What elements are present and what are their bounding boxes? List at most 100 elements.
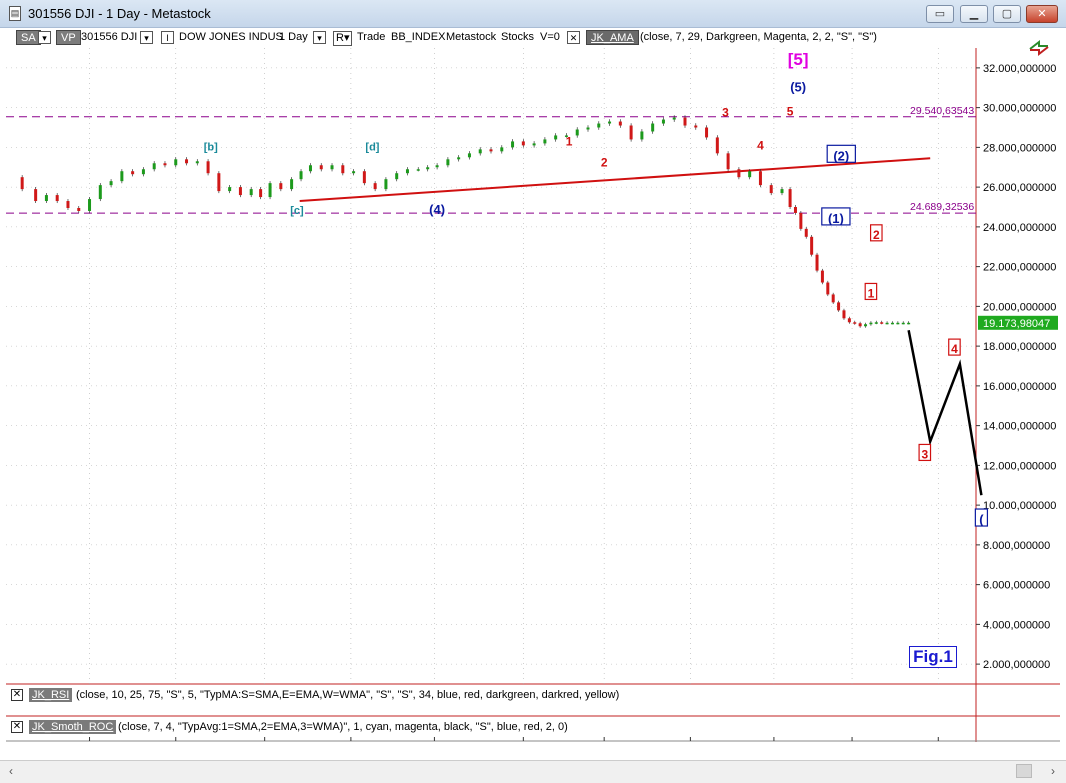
candle-body — [804, 228, 808, 237]
candle-body — [842, 310, 846, 319]
info-icon[interactable]: I — [161, 31, 174, 44]
app-icon: ▤ — [9, 6, 21, 21]
r-button[interactable]: R▾ — [333, 31, 353, 46]
last-price-label: 19.173,98047 — [983, 318, 1050, 330]
candle-body — [683, 117, 687, 126]
close-icon[interactable]: ✕ — [1026, 5, 1058, 23]
wave-label: 2 — [873, 228, 880, 242]
candle-body — [858, 323, 862, 327]
volume-label: V=0 — [540, 31, 560, 43]
sa-button[interactable]: SA — [16, 30, 41, 45]
candle-body — [853, 322, 857, 324]
level-label: 29.540,63543 — [910, 105, 974, 117]
refresh-arrows-icon[interactable] — [1027, 38, 1051, 58]
candle-body — [532, 143, 536, 146]
figure-label: Fig.1 — [909, 646, 957, 668]
candle-body — [511, 141, 515, 148]
candle-body — [384, 179, 388, 190]
candle-body — [206, 161, 210, 174]
candle-body — [618, 121, 622, 126]
rsi-indicator-button[interactable]: JK_RSI — [29, 688, 73, 702]
y-tick-label: 32.000,000000 — [983, 63, 1056, 75]
candle-body — [446, 159, 450, 166]
candle-body — [837, 302, 841, 311]
wave-label: 3 — [921, 447, 928, 461]
maximize-icon[interactable]: ▢ — [993, 5, 1021, 23]
y-tick-label: 2.000,000000 — [983, 659, 1050, 671]
y-tick-label: 20.000,000000 — [983, 301, 1056, 313]
candle-body — [694, 125, 698, 128]
scroll-left-icon[interactable]: ‹ — [4, 764, 18, 778]
sa-dropdown-icon[interactable]: ▾ — [38, 31, 51, 44]
level-label: 24.689,32536 — [910, 201, 974, 213]
remove-roc-icon[interactable]: ✕ — [11, 721, 23, 733]
security-name: DOW JONES INDUS — [179, 31, 283, 43]
candle-body — [543, 139, 547, 144]
candle-body — [661, 119, 665, 124]
candle-body — [249, 189, 253, 196]
exchange-label: BB_INDEX — [391, 31, 446, 43]
y-tick-label: 18.000,000000 — [983, 341, 1056, 353]
candle-body — [810, 236, 814, 255]
candle-body — [217, 173, 221, 192]
trade-label: Trade — [357, 31, 386, 43]
candle-body — [373, 183, 377, 190]
symbol-label: 301556 DJI — [81, 31, 138, 43]
horizontal-scrollbar[interactable]: ‹ › — [0, 760, 1066, 783]
r-label: R — [336, 32, 344, 44]
candle-body — [586, 127, 590, 130]
candle-body — [864, 324, 868, 327]
vp-button[interactable]: VP — [56, 30, 81, 45]
minimize-icon[interactable]: ▁ — [960, 5, 988, 23]
candle-body — [238, 187, 242, 196]
candle-body — [77, 207, 81, 211]
roc-indicator-button[interactable]: JK_Smoth_ROC — [29, 720, 117, 734]
candle-body — [597, 123, 601, 128]
candle-body — [395, 173, 399, 180]
candle-body — [259, 189, 263, 198]
symbol-dropdown-icon[interactable]: ▾ — [140, 31, 153, 44]
remove-indicator-icon[interactable]: ✕ — [567, 31, 580, 44]
candle-body — [44, 195, 48, 202]
candle-body — [141, 169, 145, 175]
y-tick-label: 10.000,000000 — [983, 500, 1056, 512]
candle-body — [869, 322, 873, 325]
wave-label: 4 — [757, 138, 764, 152]
restore-icon[interactable]: ▭ — [926, 5, 954, 23]
candle-body — [896, 322, 900, 325]
wave-label: 2 — [601, 155, 608, 169]
candle-body — [131, 171, 135, 175]
candle-body — [890, 322, 894, 325]
candle-body — [831, 294, 835, 303]
candle-body — [500, 147, 504, 152]
candle-body — [299, 171, 303, 180]
candle-body — [758, 171, 762, 186]
candle-body — [330, 165, 334, 170]
candle-body — [907, 322, 911, 325]
candle-body — [362, 171, 366, 184]
candle-body — [901, 322, 905, 325]
candle-body — [308, 165, 312, 172]
candle-body — [319, 165, 323, 170]
candle-body — [435, 165, 439, 168]
candle-body — [152, 163, 156, 170]
remove-rsi-icon[interactable]: ✕ — [11, 689, 23, 701]
candle-body — [268, 183, 272, 198]
y-tick-label: 8.000,000000 — [983, 540, 1050, 552]
candle-body — [885, 322, 889, 325]
period-dropdown-icon[interactable]: ▾ — [313, 31, 326, 44]
scroll-right-icon[interactable]: › — [1046, 764, 1060, 778]
wave-label: [d] — [365, 141, 379, 153]
window-title: 301556 DJI - 1 Day - Metastock — [28, 6, 211, 21]
candle-body — [788, 189, 792, 207]
candle-body — [478, 149, 482, 154]
price-chart[interactable]: 2.000,000000 4.000,000000 6.000,000000 8.00… — [6, 48, 1060, 742]
y-tick-label: 22.000,000000 — [983, 262, 1056, 274]
indicator-button[interactable]: JK_AMA — [586, 30, 639, 45]
rsi-params: (close, 10, 25, 75, "S", 5, "TypMA:S=SMA… — [76, 689, 620, 701]
y-tick-label: 26.000,000000 — [983, 182, 1056, 194]
candle-body — [405, 169, 409, 174]
scroll-thumb[interactable] — [1016, 764, 1032, 778]
candle-body — [88, 199, 92, 211]
candle-body — [489, 149, 493, 152]
